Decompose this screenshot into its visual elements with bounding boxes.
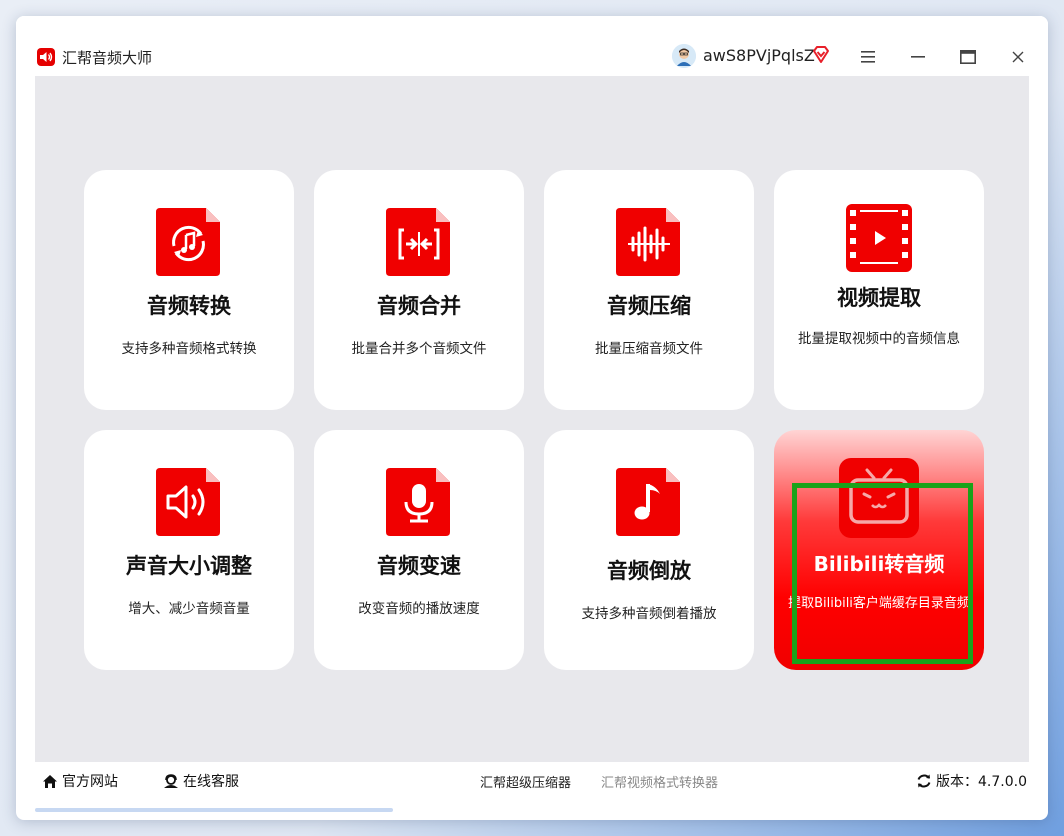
- audio-convert-icon: [156, 208, 220, 276]
- microphone-icon: [386, 468, 450, 536]
- card-audio-merge[interactable]: 音频合并 批量合并多个音频文件: [314, 170, 524, 410]
- card-title: 视频提取: [837, 286, 921, 310]
- menu-button[interactable]: [855, 44, 881, 70]
- video-extract-icon: [846, 204, 912, 272]
- vip-diamond-icon[interactable]: [811, 45, 831, 65]
- minimize-button[interactable]: [905, 44, 931, 70]
- bilibili-tv-icon: [839, 458, 919, 538]
- card-title: Bilibili转音频: [813, 552, 945, 576]
- card-desc: 批量合并多个音频文件: [351, 341, 487, 357]
- card-audio-convert[interactable]: 音频转换 支持多种音频格式转换: [84, 170, 294, 410]
- card-desc: 提取Bilibili客户端缓存目录音频: [788, 596, 970, 611]
- close-button[interactable]: [1005, 44, 1031, 70]
- card-title: 声音大小调整: [126, 554, 252, 578]
- support-link[interactable]: 在线客服: [163, 771, 239, 791]
- version-label: 版本：4.7.0.0: [936, 774, 1027, 790]
- card-desc: 改变音频的播放速度: [358, 601, 480, 617]
- bottom-strip: [35, 796, 1029, 820]
- feature-grid: 音频转换 支持多种音频格式转换 音频合并 批量合并多个音频文件 音频压缩 批量压…: [35, 76, 1029, 762]
- minimize-icon: [911, 56, 925, 58]
- card-desc: 支持多种音频格式转换: [121, 341, 257, 357]
- website-link[interactable]: 官方网站: [42, 771, 118, 791]
- audio-merge-icon: [386, 208, 450, 276]
- scroll-indicator: [35, 808, 393, 812]
- card-bilibili[interactable]: Bilibili转音频 提取Bilibili客户端缓存目录音频: [774, 430, 984, 670]
- home-icon: [43, 774, 57, 788]
- support-label: 在线客服: [183, 774, 239, 790]
- card-audio-compress[interactable]: 音频压缩 批量压缩音频文件: [544, 170, 754, 410]
- card-title: 音频合并: [377, 294, 461, 318]
- compressor-link[interactable]: 汇帮超级压缩器: [480, 772, 571, 791]
- close-icon: [1012, 51, 1024, 63]
- username[interactable]: awS8PVjPqlsZ: [703, 46, 815, 65]
- card-title: 音频倒放: [607, 559, 691, 583]
- app-title: 汇帮音频大师: [62, 49, 153, 67]
- card-desc: 支持多种音频倒着播放: [581, 606, 717, 622]
- card-desc: 批量压缩音频文件: [595, 341, 703, 357]
- card-audio-reverse[interactable]: 音频倒放 支持多种音频倒着播放: [544, 430, 754, 670]
- volume-adjust-icon: [156, 468, 220, 536]
- customer-service-icon: [164, 773, 178, 788]
- card-desc: 批量提取视频中的音频信息: [798, 331, 960, 347]
- app-logo-icon: [37, 48, 55, 66]
- website-label: 官方网站: [62, 774, 118, 790]
- avatar[interactable]: [672, 44, 696, 68]
- maximize-icon: [960, 50, 976, 64]
- music-note-icon: [616, 468, 680, 536]
- card-desc: 增大、减少音频音量: [128, 601, 250, 617]
- version-info[interactable]: 版本：4.7.0.0: [916, 771, 1027, 791]
- bottom-bar: 官方网站 在线客服 汇帮超级压缩器 汇帮视频格式转换器 版本：4.7.0.0: [16, 762, 1048, 796]
- hamburger-icon: [861, 51, 875, 63]
- card-title: 音频压缩: [607, 294, 691, 318]
- user-avatar-icon: [672, 44, 696, 68]
- title-bar: 汇帮音频大师 awS8PVjPqlsZ: [16, 16, 1048, 76]
- app-window: 汇帮音频大师 awS8PVjPqlsZ 音频转换 支持多种音频格式转换 音频合并…: [16, 16, 1048, 820]
- card-video-extract[interactable]: 视频提取 批量提取视频中的音频信息: [774, 170, 984, 410]
- card-title: 音频变速: [377, 554, 461, 578]
- refresh-icon: [917, 774, 931, 788]
- card-volume-adjust[interactable]: 声音大小调整 增大、减少音频音量: [84, 430, 294, 670]
- maximize-button[interactable]: [955, 44, 981, 70]
- audio-compress-icon: [616, 208, 680, 276]
- card-audio-speed[interactable]: 音频变速 改变音频的播放速度: [314, 430, 524, 670]
- card-title: 音频转换: [147, 294, 231, 318]
- video-converter-link[interactable]: 汇帮视频格式转换器: [601, 772, 718, 791]
